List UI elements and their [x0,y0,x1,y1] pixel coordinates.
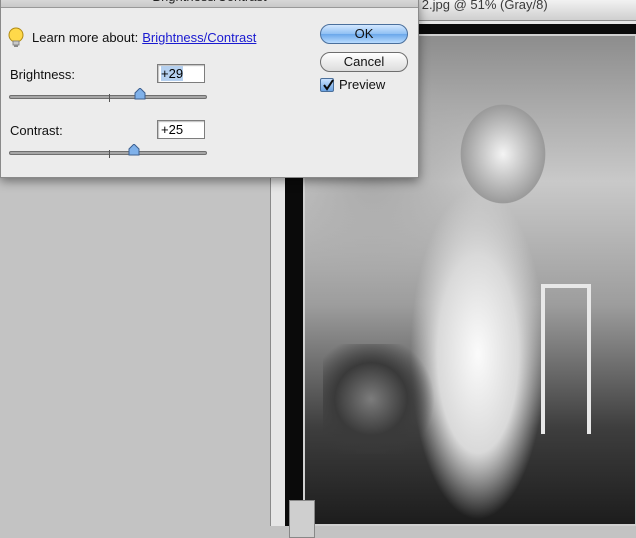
lightbulb-icon [8,27,24,47]
brightness-slider-track[interactable] [9,94,207,102]
preview-checkbox[interactable] [320,78,334,92]
preview-label[interactable]: Preview [339,77,385,92]
brightness-value: +29 [161,66,184,81]
checkmark-icon [323,79,334,91]
brightness-slider-thumb[interactable] [134,88,146,100]
contrast-field[interactable]: +25 [157,120,205,139]
contrast-value: +25 [161,122,184,137]
dialog-title: Brightness/Contrast [1,0,418,8]
contrast-slider-thumb[interactable] [128,144,140,156]
contrast-label: Contrast: [10,123,63,138]
learn-more-text: Learn more about: Brightness/Contrast [32,30,256,45]
brightness-slider-center-tick [109,94,110,102]
contrast-slider-track[interactable] [9,150,207,158]
brightness-label: Brightness: [10,67,76,82]
cancel-button[interactable]: Cancel [320,52,408,72]
contrast-slider[interactable] [9,144,207,163]
brightness-field[interactable]: +29 [157,64,205,83]
photo-stamp [289,500,315,538]
photo-chair [541,284,591,434]
learn-more-label: Learn more about: [32,30,139,45]
ok-button[interactable]: OK [320,24,408,44]
brightness-contrast-dialog: Brightness/Contrast Learn more about:Bri… [0,0,419,178]
learn-more-link[interactable]: Brightness/Contrast [142,30,256,45]
document-title: ret 2.jpg @ 51% (Gray/8) [403,0,548,12]
brightness-slider[interactable] [9,88,207,107]
photo-flowers [323,344,443,454]
contrast-slider-center-tick [109,150,110,158]
